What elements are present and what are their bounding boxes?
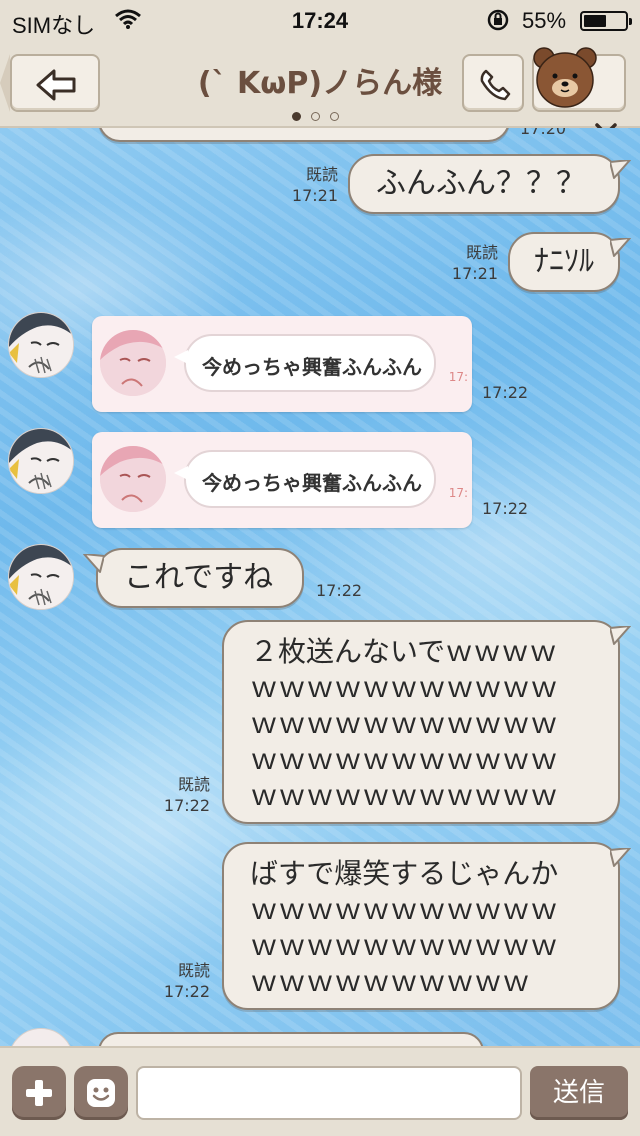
- chat-title: (` KωP)ノらん様: [197, 66, 443, 101]
- message-read-status: 既読 17:22: [148, 960, 210, 1002]
- message-time: 17:21: [451, 264, 498, 283]
- bubble-tail: [83, 554, 104, 573]
- sticker-face-image: [100, 330, 166, 396]
- read-label: 既読: [305, 165, 338, 184]
- sticker-edge-decoration: 17:: [448, 370, 468, 384]
- read-label: 既読: [177, 775, 210, 794]
- message-line: ｗｗｗｗｗｗｗｗｗｗ: [250, 965, 531, 998]
- message-text: ２枚送んないでｗｗｗｗ ｗｗｗｗｗｗｗｗｗｗｗ ｗｗｗｗｗｗｗｗｗｗｗ ｗｗｗｗ…: [250, 634, 558, 814]
- message-line: ｗｗｗｗｗｗｗｗｗｗｗ: [250, 929, 559, 962]
- sticker-character: [100, 446, 166, 512]
- page-dot: [330, 112, 339, 121]
- rotation-lock-icon: [487, 9, 509, 31]
- bear-icon: [533, 47, 597, 108]
- message-time: 17:22: [316, 581, 363, 600]
- read-label: 既読: [465, 243, 498, 262]
- page-dot: [292, 112, 301, 121]
- chat-area[interactable]: 17:20 既読 17:21 ふんふん？？？ 既読 17:21 ﾅﾆｿﾙ 今めっ…: [0, 128, 640, 1046]
- avatar[interactable]: [8, 312, 74, 378]
- sticker-speech-bubble: 今めっちゃ興奮ふんふん: [174, 450, 436, 508]
- avatar[interactable]: [8, 544, 74, 610]
- sticker-edge-decoration: 17:: [448, 486, 468, 500]
- battery-icon: [580, 11, 632, 31]
- message-text: ﾅﾆｿﾙ: [534, 244, 594, 279]
- input-bar: 送信: [0, 1046, 640, 1136]
- message-line: ｗｗｗｗｗｗｗｗｗｗｗ: [250, 671, 559, 704]
- read-label: 既読: [177, 961, 210, 980]
- sticker-message[interactable]: 今めっちゃ興奮ふんふん 17:: [92, 316, 472, 412]
- message-read-status: 既読 17:21: [436, 242, 498, 284]
- message-line: ｗｗｗｗｗｗｗｗｗｗｗ: [250, 779, 559, 812]
- sticker-message[interactable]: 今めっちゃ興奮ふんふん 17:: [92, 432, 472, 528]
- page-dot: [311, 112, 320, 121]
- bubble-tail: [610, 626, 631, 645]
- message-input[interactable]: [136, 1066, 522, 1120]
- sticker-speech-bubble: 今めっちゃ興奮ふんふん: [174, 334, 436, 392]
- battery-fill: [584, 15, 606, 27]
- page-indicator: [292, 106, 352, 121]
- battery-percent: 55%: [522, 8, 567, 33]
- avatar-image: [9, 545, 73, 609]
- call-button[interactable]: [462, 54, 524, 112]
- message-bubble-outgoing[interactable]: ﾅﾆｿﾙ: [508, 232, 631, 292]
- message-time: 17:22: [163, 982, 210, 1001]
- send-button[interactable]: 送信: [530, 1066, 628, 1120]
- bubble-tail: [610, 160, 631, 179]
- back-button[interactable]: [10, 54, 100, 112]
- message-bubble-incoming[interactable]: [98, 1032, 484, 1046]
- message-time: 17:20: [520, 128, 567, 138]
- emoji-button[interactable]: [74, 1066, 128, 1120]
- message-text: ふんふん？？？: [376, 166, 586, 201]
- message-time: 17:22: [482, 383, 529, 402]
- battery-tip: [629, 18, 632, 25]
- message-read-status: 既読 17:22: [148, 774, 210, 816]
- message-bubble-incoming[interactable]: [98, 128, 510, 142]
- sticker-character: [100, 330, 166, 396]
- message-bubble-outgoing[interactable]: ふんふん？？？: [348, 154, 631, 214]
- bubble-tail: [610, 848, 631, 867]
- message-time: 17:21: [291, 186, 338, 205]
- message-line: ２枚送んないでｗｗｗｗ: [250, 635, 558, 668]
- sticker-face-image: [100, 446, 166, 512]
- avatar[interactable]: [8, 1028, 74, 1046]
- status-bar: SIMなし 17:24 55%: [0, 0, 640, 40]
- message-bubble-outgoing[interactable]: ばすで爆笑するじゃんか ｗｗｗｗｗｗｗｗｗｗｗ ｗｗｗｗｗｗｗｗｗｗｗ ｗｗｗｗ…: [222, 842, 631, 1010]
- message-line: ばすで爆笑するじゃんか: [250, 857, 559, 890]
- message-bubble-incoming[interactable]: これですね: [83, 548, 304, 608]
- message-line: ｗｗｗｗｗｗｗｗｗｗｗ: [250, 743, 559, 776]
- avatar-image: [9, 313, 73, 377]
- back-arrow-icon: [36, 69, 76, 101]
- emoji-icon: [87, 1079, 115, 1107]
- message-time: 17:22: [163, 796, 210, 815]
- header-edge-decoration: [0, 54, 10, 112]
- message-text: これですね: [124, 560, 274, 595]
- message-line: ｗｗｗｗｗｗｗｗｗｗｗ: [250, 893, 559, 926]
- plus-icon: [26, 1080, 52, 1106]
- bubble-tail: [610, 238, 631, 257]
- sticker-text: 今めっちゃ興奮ふんふん: [202, 355, 422, 379]
- avatar-image: [9, 429, 73, 493]
- sticker-text: 今めっちゃ興奮ふんふん: [202, 471, 422, 495]
- message-line: ｗｗｗｗｗｗｗｗｗｗｗ: [250, 707, 559, 740]
- message-bubble-outgoing[interactable]: ２枚送んないでｗｗｗｗ ｗｗｗｗｗｗｗｗｗｗｗ ｗｗｗｗｗｗｗｗｗｗｗ ｗｗｗｗ…: [222, 620, 631, 824]
- message-text: ばすで爆笑するじゃんか ｗｗｗｗｗｗｗｗｗｗｗ ｗｗｗｗｗｗｗｗｗｗｗ ｗｗｗｗ…: [250, 856, 558, 1000]
- phone-icon: [480, 69, 511, 101]
- message-read-status: 既読 17:21: [276, 164, 338, 206]
- message-time: 17:22: [482, 499, 529, 518]
- add-attachment-button[interactable]: [12, 1066, 66, 1120]
- avatar[interactable]: [8, 428, 74, 494]
